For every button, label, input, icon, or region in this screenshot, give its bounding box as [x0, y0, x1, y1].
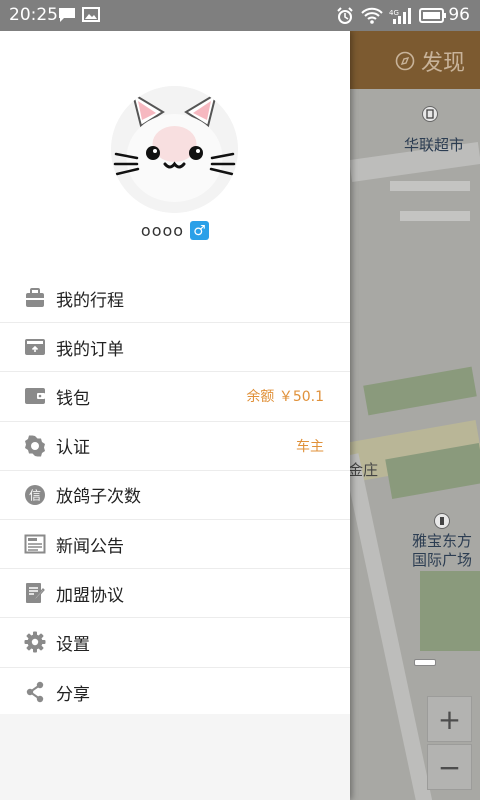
share-icon	[26, 681, 44, 703]
menu-label-share: 分享	[56, 684, 90, 705]
avatar[interactable]	[111, 86, 238, 213]
menu-item-trips[interactable]: 我的行程	[0, 274, 350, 324]
svg-text:信: 信	[29, 488, 41, 502]
building-icon	[434, 513, 450, 529]
zoom-in-button[interactable]: +	[427, 696, 472, 742]
map-label-supermarket: 华联超市	[404, 136, 465, 154]
menu-item-no-show[interactable]: 信 放鸽子次数	[0, 471, 350, 520]
order-card-icon	[25, 339, 45, 356]
menu-item-orders[interactable]: 我的订单	[0, 323, 350, 373]
status-time: 20:25	[9, 5, 58, 25]
battery-icon	[419, 8, 446, 23]
drawer-footer	[0, 714, 350, 800]
menu-label-wallet: 钱包	[56, 388, 90, 409]
message-icon	[59, 8, 75, 22]
menu-label-settings: 设置	[56, 634, 90, 655]
battery-level: 96	[448, 5, 470, 25]
wallet-icon	[25, 388, 45, 405]
male-gender-icon: ♂	[190, 221, 210, 240]
svg-text:4G: 4G	[389, 9, 399, 17]
menu-label-orders: 我的订单	[56, 339, 124, 360]
menu-label-agreement: 加盟协议	[56, 585, 124, 606]
cat-avatar-icon	[111, 86, 238, 213]
credit-icon: 信	[25, 484, 45, 505]
drawer-menu: 我的行程 我的订单 钱包 余额 ￥50.1 认证 车主 信 放鸽子次数 新闻公告…	[0, 274, 350, 717]
poi-icon	[422, 106, 438, 122]
menu-label-news: 新闻公告	[56, 536, 124, 557]
alarm-icon	[337, 7, 353, 24]
menu-label-no-show: 放鸽子次数	[56, 487, 141, 508]
map-label-plaza-line2: 国际广场	[412, 551, 473, 569]
gear-icon	[24, 631, 46, 653]
zoom-out-button[interactable]: −	[427, 744, 472, 790]
menu-item-wallet[interactable]: 钱包 余额 ￥50.1	[0, 372, 350, 422]
username: oooo	[140, 221, 185, 240]
profile-row: oooo ♂	[0, 221, 350, 240]
traffic-light-icon	[414, 659, 436, 666]
discover-button[interactable]: 发现	[395, 45, 465, 77]
badge-icon	[25, 435, 45, 457]
compass-icon	[395, 51, 415, 71]
wallet-balance: 余额 ￥50.1	[246, 389, 324, 406]
briefcase-icon	[26, 288, 44, 308]
image-icon	[82, 7, 100, 22]
agreement-icon	[26, 583, 45, 604]
map-label-plaza-line1: 雅宝东方	[412, 532, 473, 550]
signal-4g-icon: 4G	[389, 8, 411, 24]
menu-item-agreement[interactable]: 加盟协议	[0, 569, 350, 619]
map-view[interactable]: 发现 华联超市 金庄 雅宝东方 国际广场 + −	[350, 31, 480, 800]
menu-label-verify: 认证	[56, 438, 90, 459]
map-header: 发现	[350, 31, 480, 89]
wifi-icon	[361, 7, 383, 24]
navigation-drawer: oooo ♂ 我的行程 我的订单 钱包 余额 ￥50.1 认证 车主 信 放鸽子…	[0, 31, 350, 800]
news-icon	[24, 534, 46, 554]
verify-status: 车主	[296, 438, 324, 455]
menu-label-trips: 我的行程	[56, 290, 124, 311]
menu-item-news[interactable]: 新闻公告	[0, 520, 350, 570]
menu-item-verify[interactable]: 认证 车主	[0, 422, 350, 471]
menu-item-settings[interactable]: 设置	[0, 618, 350, 668]
map-label-street: 金庄	[350, 461, 379, 479]
menu-item-share[interactable]: 分享	[0, 668, 350, 717]
discover-label: 发现	[421, 51, 466, 76]
status-bar: 20:25 4G 96	[0, 0, 480, 31]
